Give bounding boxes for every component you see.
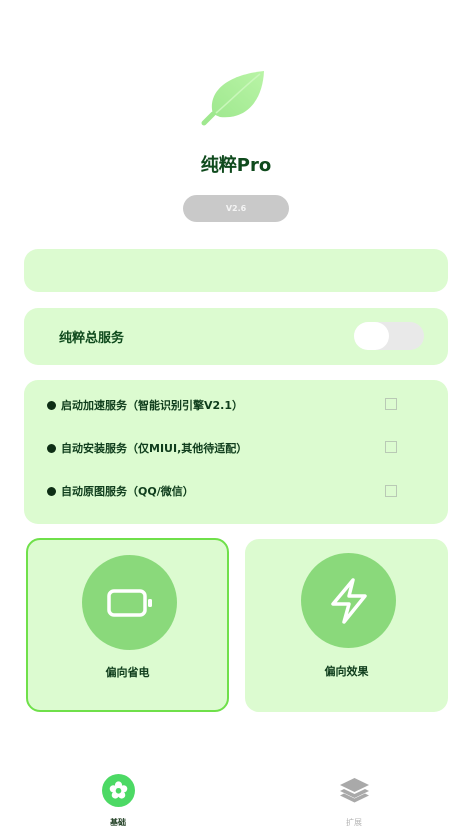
option-label: 自动安装服务（仅MIUI,其他待适配） <box>61 442 248 455</box>
app-logo <box>200 66 270 128</box>
option-label: 自动原图服务（QQ/微信） <box>61 485 194 498</box>
version-badge[interactable]: V2.6 <box>183 195 289 222</box>
master-service-toggle[interactable] <box>354 322 424 350</box>
option-launch-acceleration: 启动加速服务（智能识别引擎V2.1） <box>47 395 243 415</box>
master-service-label: 纯粹总服务 <box>59 331 125 346</box>
nav-tab-basic-label: 基础 <box>110 818 126 827</box>
options-card: 启动加速服务（智能识别引擎V2.1） 自动安装服务（仅MIUI,其他待适配） 自… <box>24 380 448 524</box>
option-label: 启动加速服务（智能识别引擎V2.1） <box>61 399 243 412</box>
master-service-card: 纯粹总服务 <box>24 308 448 365</box>
mode-power-saving-label: 偏向省电 <box>105 666 150 679</box>
mode-icon-circle <box>82 555 177 650</box>
toggle-knob <box>354 322 389 350</box>
mode-icon-circle <box>301 553 396 648</box>
nav-tab-extension[interactable]: 扩展 <box>314 774 394 828</box>
app-title: 纯粹Pro <box>200 155 272 176</box>
bullet-dot-icon <box>47 443 56 453</box>
bottom-nav: 基础 扩展 <box>0 760 472 840</box>
option-auto-install: 自动安装服务（仅MIUI,其他待适配） <box>47 438 247 458</box>
option-original-image-checkbox[interactable] <box>385 485 397 497</box>
nav-tab-extension-label: 扩展 <box>346 818 362 827</box>
battery-icon <box>106 588 152 617</box>
flower-icon <box>101 774 135 807</box>
mode-performance-card[interactable]: 偏向效果 <box>245 539 448 712</box>
info-card <box>24 249 448 292</box>
version-label: V2.6 <box>225 204 247 213</box>
mode-performance-label: 偏向效果 <box>324 665 369 678</box>
nav-tab-basic[interactable]: 基础 <box>78 774 158 828</box>
bullet-dot-icon <box>47 486 56 496</box>
option-auto-install-checkbox[interactable] <box>385 441 397 453</box>
layers-icon <box>338 774 371 807</box>
option-launch-acceleration-checkbox[interactable] <box>385 398 397 410</box>
mode-power-saving-card[interactable]: 偏向省电 <box>26 538 229 712</box>
option-original-image: 自动原图服务（QQ/微信） <box>47 481 194 501</box>
lightning-icon <box>330 577 367 624</box>
leaf-icon <box>201 71 264 126</box>
bullet-dot-icon <box>47 400 56 410</box>
